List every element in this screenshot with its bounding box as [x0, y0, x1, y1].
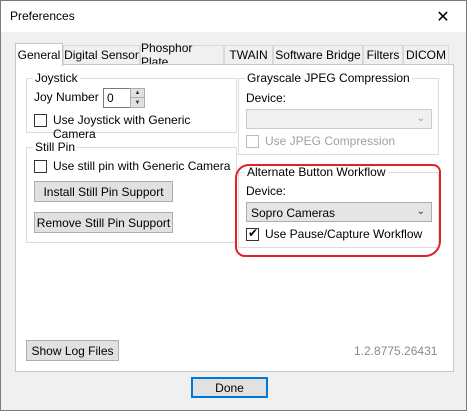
tab-label: Filters	[366, 48, 400, 62]
close-button[interactable]: ✕	[420, 1, 466, 32]
joystick-group-label: Joystick	[33, 71, 80, 85]
alternate-button-workflow-group-label: Alternate Button Workflow	[245, 165, 388, 179]
pause-capture-checkbox[interactable]: ✔	[246, 226, 259, 241]
joy-number-label: Joy Number	[34, 90, 99, 104]
joy-number-value: 0	[107, 91, 114, 105]
still-pin-group: Still Pin Use still pin with Generic Cam…	[26, 140, 237, 243]
chevron-down-icon: ⌄	[416, 113, 425, 124]
tab-phosphor-plate[interactable]: Phosphor Plate	[140, 41, 224, 69]
tab-software-bridge[interactable]: Software Bridge	[273, 45, 363, 64]
remove-still-pin-button[interactable]: Remove Still Pin Support	[34, 212, 173, 233]
tab-label: General	[17, 48, 61, 62]
grayscale-device-label: Device:	[246, 91, 287, 105]
general-tab-panel: Joystick Joy Number 0 ▲ ▼ Use Joystick w…	[15, 64, 454, 372]
alternate-button-workflow-group: Alternate Button Workflow Device: Sopro …	[238, 165, 439, 248]
grayscale-device-select[interactable]: ⌄	[246, 109, 432, 129]
close-icon: ✕	[436, 8, 450, 26]
window-title: Preferences	[10, 9, 75, 23]
preferences-window: Preferences ✕ General Digital Sensor Pho…	[0, 0, 467, 411]
spin-up-icon[interactable]: ▲	[131, 89, 144, 98]
tab-label: Software Bridge	[275, 48, 361, 62]
spin-down-icon[interactable]: ▼	[131, 98, 144, 107]
remove-still-pin-label: Remove Still Pin Support	[36, 215, 171, 230]
title-bar: Preferences ✕	[1, 1, 466, 32]
version-text: 1.2.8775.26431	[354, 344, 438, 358]
use-jpeg-compression-checkbox[interactable]	[246, 135, 259, 148]
tab-label: Digital Sensor	[64, 48, 139, 62]
install-still-pin-button[interactable]: Install Still Pin Support	[34, 181, 173, 202]
still-pin-generic-camera-label: Use still pin with Generic Camera	[53, 159, 231, 173]
alternate-device-label: Device:	[246, 184, 287, 198]
checkmark-icon: ✔	[248, 226, 259, 240]
joy-number-stepper[interactable]: ▲ ▼	[130, 88, 145, 108]
grayscale-jpeg-group-label: Grayscale JPEG Compression	[245, 71, 412, 85]
joystick-group: Joystick Joy Number 0 ▲ ▼ Use Joystick w…	[26, 71, 237, 141]
joy-number-input[interactable]: 0	[103, 88, 131, 108]
show-log-files-button[interactable]: Show Log Files	[26, 340, 119, 361]
alternate-device-value: Sopro Cameras	[251, 206, 336, 220]
tab-twain[interactable]: TWAIN	[224, 45, 273, 64]
use-jpeg-compression-label: Use JPEG Compression	[265, 134, 396, 148]
joystick-generic-camera-checkbox[interactable]	[34, 114, 47, 127]
pause-capture-label: Use Pause/Capture Workflow	[265, 227, 423, 241]
chevron-down-icon: ⌄	[416, 206, 425, 217]
done-label: Done	[215, 380, 244, 395]
grayscale-jpeg-group: Grayscale JPEG Compression Device: ⌄ Use…	[238, 71, 439, 155]
tab-dicom[interactable]: DICOM	[403, 45, 449, 64]
tab-digital-sensor[interactable]: Digital Sensor	[63, 45, 140, 64]
tab-filters[interactable]: Filters	[363, 45, 403, 64]
tab-general[interactable]: General	[15, 43, 63, 66]
tab-label: TWAIN	[229, 48, 268, 62]
alternate-device-select[interactable]: Sopro Cameras ⌄	[246, 202, 432, 222]
install-still-pin-label: Install Still Pin Support	[43, 184, 164, 199]
joystick-generic-camera-label: Use Joystick with Generic Camera	[53, 113, 191, 141]
show-log-files-label: Show Log Files	[31, 343, 114, 358]
tab-label: DICOM	[406, 48, 446, 62]
still-pin-generic-camera-checkbox[interactable]	[34, 160, 47, 173]
done-button[interactable]: Done	[191, 377, 268, 398]
still-pin-group-label: Still Pin	[33, 140, 78, 154]
